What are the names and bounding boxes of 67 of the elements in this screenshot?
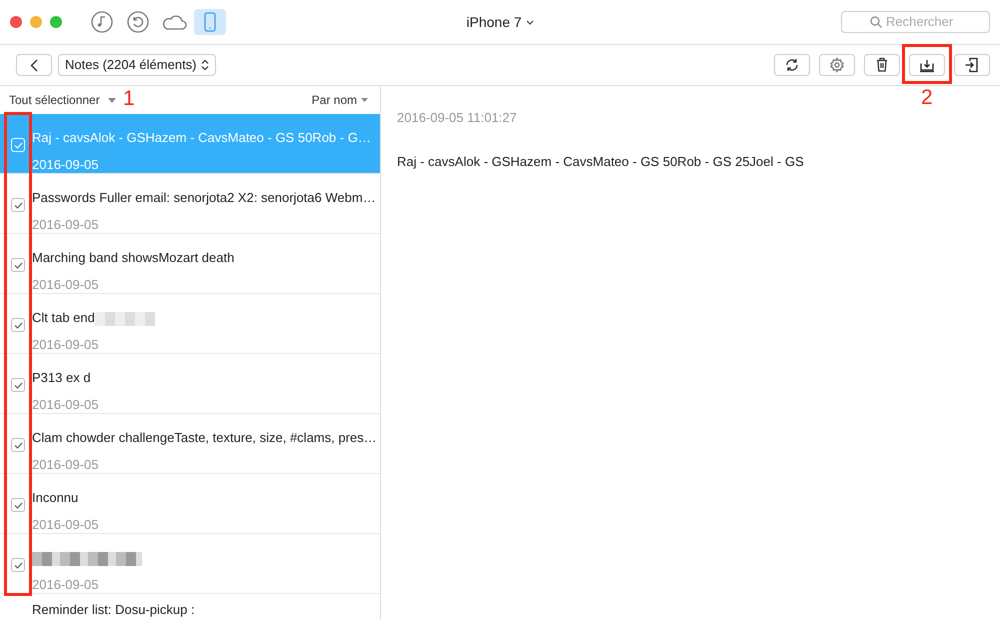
callout-number: 1	[123, 88, 135, 109]
callout-number: 2	[921, 87, 933, 108]
note-date: 2016-09-05	[32, 576, 100, 594]
checkmark-icon	[14, 262, 22, 268]
chevron-down-icon	[526, 20, 534, 26]
up-down-chevron-icon	[200, 59, 209, 71]
checkmark-icon	[14, 322, 22, 328]
sign-in-arrow-icon	[964, 57, 980, 73]
note-row[interactable]: Passwords Fuller email: senorjota2 X2: senorjota6 Webm… 2016-09-05	[0, 174, 380, 234]
export-to-computer-button[interactable]	[909, 54, 945, 76]
import-button[interactable]	[954, 54, 990, 76]
checkbox[interactable]	[11, 498, 25, 512]
note-row[interactable]: Inconnu 2016-09-05	[0, 474, 380, 534]
note-title: P313 ex d	[32, 370, 91, 385]
note-title: Clam chowder challengeTaste, texture, size, #clams, pres…	[32, 430, 377, 445]
trash-icon	[874, 57, 890, 73]
checkbox[interactable]	[11, 318, 25, 332]
note-title: Passwords Fuller email: senorjota2 X2: senorjota6 Webm…	[32, 190, 376, 205]
delete-button[interactable]	[864, 54, 900, 76]
note-row[interactable]: Reminder list: Dosu-pickup :	[0, 594, 380, 620]
checkmark-icon	[14, 142, 22, 148]
gear-icon	[829, 57, 845, 73]
note-timestamp: 2016-09-05 11:01:27	[397, 109, 518, 127]
back-button[interactable]	[16, 54, 52, 76]
device-selector[interactable]: iPhone 7	[466, 14, 534, 30]
note-body: Raj - cavsAlok - GSHazem - CavsMateo - GS 50Rob - GS 25Joel - GS	[397, 152, 805, 171]
note-title: Inconnu	[32, 490, 78, 505]
settings-button[interactable]	[819, 54, 855, 76]
note-date: 2016-09-05	[32, 276, 100, 294]
note-title: Raj - cavsAlok - GSHazem - CavsMateo - GS 50Rob - G…	[32, 130, 371, 145]
note-date: 2016-09-05	[32, 336, 100, 354]
checkbox[interactable]	[11, 198, 25, 212]
close-window-button[interactable]	[10, 16, 22, 28]
checkmark-icon	[14, 442, 22, 448]
highlight-frame	[902, 44, 952, 84]
note-date: 2016-09-05	[32, 456, 100, 474]
note-row[interactable]: Marching band showsMozart death 2016-09-05	[0, 234, 380, 294]
note-row[interactable]: P313 ex d 2016-09-05	[0, 354, 380, 414]
refresh-button[interactable]	[774, 54, 810, 76]
chevron-left-icon	[30, 58, 38, 72]
checkmark-icon	[14, 382, 22, 388]
checkmark-icon	[14, 562, 22, 568]
note-row[interactable]: Clt tab end 2016-09-05	[0, 294, 380, 354]
note-date: 2016-09-05	[32, 216, 100, 234]
note-date: 2016-09-05	[32, 516, 98, 534]
search-icon	[870, 16, 882, 28]
redacted-text	[94, 312, 155, 326]
note-date: 2016-09-05	[32, 156, 100, 174]
checkbox[interactable]	[11, 438, 25, 452]
download-tray-icon	[919, 57, 935, 73]
category-dropdown[interactable]: Notes (2204 éléments)	[58, 54, 216, 76]
note-row[interactable]: Clam chowder challengeTaste, texture, size, #clams, pres… 2016-09-05	[0, 414, 380, 474]
sort-dropdown[interactable]: Par nom	[312, 91, 357, 109]
note-title: Reminder list: Dosu-pickup :	[32, 602, 195, 617]
note-title: Clt tab end	[32, 310, 95, 325]
checkbox[interactable]	[11, 558, 25, 572]
search-field[interactable]: Rechercher	[841, 11, 990, 33]
refresh-icon	[784, 57, 800, 73]
caret-icon	[361, 98, 368, 102]
select-all-dropdown[interactable]: Tout sélectionner	[9, 91, 100, 109]
checkmark-icon	[14, 502, 22, 508]
note-title: Marching band showsMozart death	[32, 250, 234, 265]
checkbox[interactable]	[11, 378, 25, 392]
note-date: 2016-09-05	[32, 396, 98, 414]
checkbox[interactable]	[11, 258, 25, 272]
checkmark-icon	[14, 202, 22, 208]
caret-icon	[108, 98, 116, 102]
